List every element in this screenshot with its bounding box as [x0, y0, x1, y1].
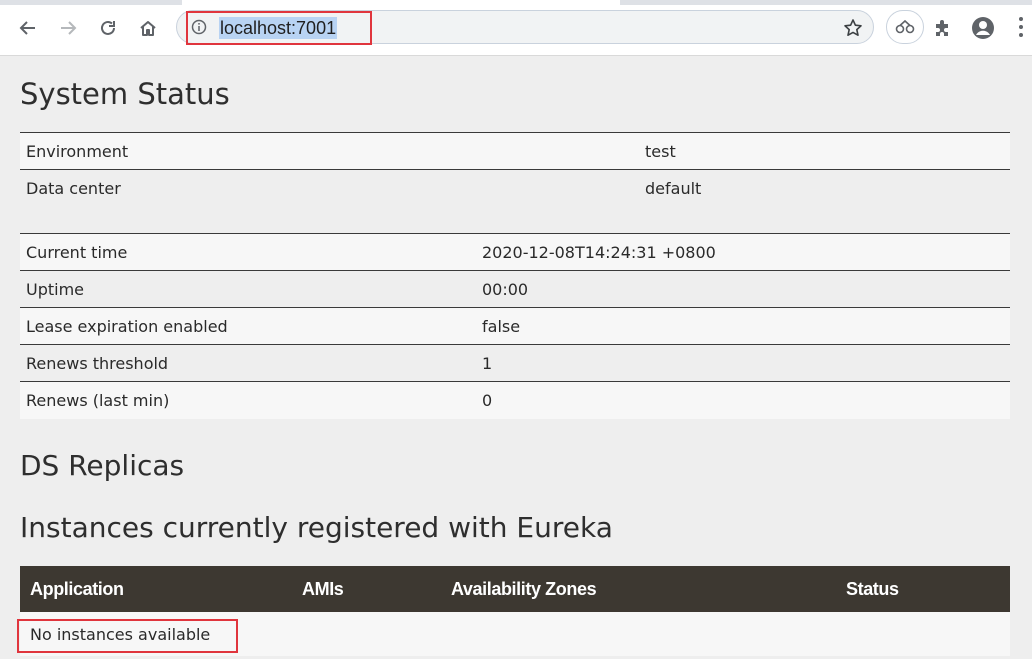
tab-strip-edge	[0, 0, 182, 5]
row-label: Environment	[20, 132, 639, 170]
table-row: Data center default	[20, 169, 1010, 207]
row-value: 00:00	[476, 270, 1010, 308]
table-row: Uptime 00:00	[20, 270, 1010, 308]
row-label: Lease expiration enabled	[20, 307, 476, 345]
browser-toolbar: localhost:7001	[0, 0, 1032, 56]
profile-button[interactable]	[968, 13, 998, 43]
link-icon	[895, 19, 915, 34]
column-header-availability-zones: Availability Zones	[441, 566, 836, 612]
empty-message-highlight-box	[17, 619, 238, 653]
row-value: test	[639, 132, 1010, 170]
row-value: default	[639, 169, 1010, 207]
server-info-table: Current time 2020-12-08T14:24:31 +0800 U…	[20, 233, 1010, 419]
row-value: 1	[476, 344, 1010, 382]
forward-button[interactable]	[54, 14, 82, 42]
account-icon	[972, 17, 994, 39]
back-button[interactable]	[14, 14, 42, 42]
table-row: Renews (last min) 0	[20, 381, 1010, 419]
row-label: Renews (last min)	[20, 381, 476, 419]
environment-table: Environment test Data center default	[20, 132, 1010, 207]
reload-icon	[101, 20, 115, 35]
home-button[interactable]	[134, 14, 162, 42]
url-highlight-box	[186, 11, 372, 45]
table-row: Environment test	[20, 132, 1010, 170]
row-label: Current time	[20, 233, 476, 271]
arrow-left-icon	[19, 21, 35, 35]
table-row: Renews threshold 1	[20, 344, 1010, 382]
table-row: Lease expiration enabled false	[20, 307, 1010, 345]
column-header-application: Application	[20, 566, 292, 612]
row-value: 0	[476, 381, 1010, 419]
column-header-status: Status	[836, 566, 1010, 612]
puzzle-icon	[936, 20, 948, 36]
tab-strip-edge	[620, 0, 1032, 5]
row-value: 2020-12-08T14:24:31 +0800	[476, 233, 1010, 271]
extension-pill-button[interactable]	[886, 10, 924, 44]
ds-replicas-title: DS Replicas	[20, 449, 185, 482]
row-label: Renews threshold	[20, 344, 476, 382]
row-value: false	[476, 307, 1010, 345]
row-label: Data center	[20, 169, 639, 207]
instances-title: Instances currently registered with Eure…	[20, 511, 613, 544]
table-header-row: Application AMIs Availability Zones Stat…	[20, 566, 1010, 612]
system-status-title: System Status	[20, 77, 230, 111]
column-header-amis: AMIs	[292, 566, 441, 612]
reload-button[interactable]	[94, 14, 122, 42]
table-row: Current time 2020-12-08T14:24:31 +0800	[20, 233, 1010, 271]
row-label: Uptime	[20, 270, 476, 308]
arrow-right-icon	[61, 21, 77, 35]
extensions-button[interactable]	[928, 13, 958, 43]
kebab-menu-icon[interactable]	[1018, 15, 1024, 43]
star-icon[interactable]	[843, 18, 863, 42]
home-icon	[140, 21, 156, 36]
